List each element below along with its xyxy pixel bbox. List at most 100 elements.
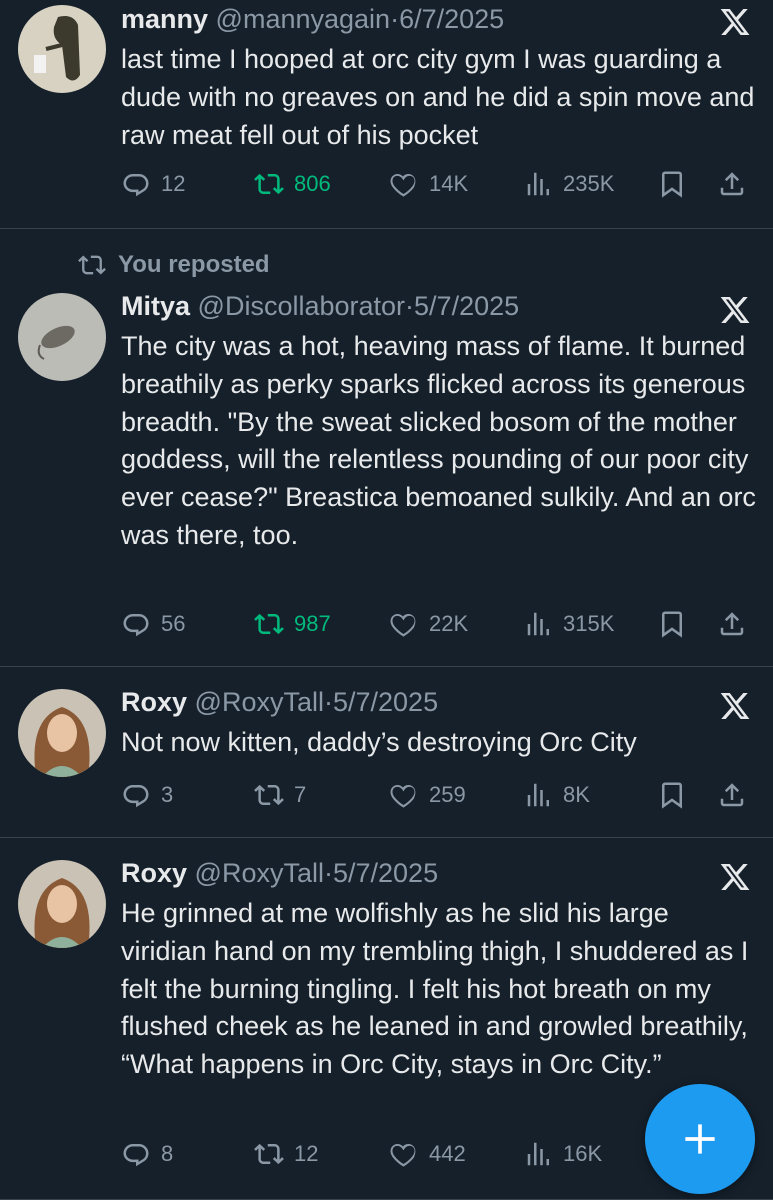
compose-plus-icon [685,1124,715,1154]
share-icon [717,609,747,639]
repost-button[interactable]: 987 [254,604,331,644]
avatar[interactable] [18,293,106,381]
bookmark-button[interactable] [657,775,687,815]
like-icon [389,609,419,639]
repost-icon [254,169,284,199]
tweet-text: He grinned at me wolfishly as he slid hi… [121,898,749,1080]
repost-context-label: You reposted [118,251,270,278]
separator-dot: · [390,4,400,34]
reply-count: 12 [161,171,186,196]
reply-button[interactable]: 3 [121,775,173,815]
reply-icon [121,1139,151,1169]
like-icon [389,1139,419,1169]
tweet-header: Roxy @RoxyTall·5/7/2025 [121,858,438,889]
x-logo-icon [719,861,751,893]
views-button[interactable]: 235K [523,164,614,204]
views-count: 235K [563,171,615,196]
reply-count: 8 [161,1141,174,1166]
x-logo-icon [719,294,751,326]
reply-icon [121,780,151,810]
reply-button[interactable]: 12 [121,164,185,204]
author-handle[interactable]: @RoxyTall [195,858,324,888]
author-handle[interactable]: @Discollaborator [198,291,405,321]
like-icon [389,169,419,199]
author-name[interactable]: manny [121,4,208,34]
share-icon [717,780,747,810]
like-count: 22K [429,611,469,636]
reply-button[interactable]: 56 [121,604,185,644]
like-button[interactable]: 14K [389,164,468,204]
like-button[interactable]: 22K [389,604,468,644]
author-handle[interactable]: @RoxyTall [195,687,324,717]
separator-dot: · [323,687,333,717]
tweet[interactable]: You reposted Mitya @Discollaborator·5/7/… [0,229,773,667]
repost-count: 987 [294,611,331,636]
repost-icon [254,1139,284,1169]
post-date[interactable]: 5/7/2025 [333,687,438,717]
repost-button[interactable]: 806 [254,164,331,204]
share-button[interactable] [717,164,747,204]
views-button[interactable]: 16K [523,1134,602,1174]
share-button[interactable] [717,775,747,815]
repost-icon [254,780,284,810]
reply-icon [121,169,151,199]
post-date[interactable]: 6/7/2025 [399,4,504,34]
avatar[interactable] [18,860,106,948]
views-icon [523,1139,553,1169]
tweet-text: last time I hooped at orc city gym I was… [121,44,755,150]
compose-button[interactable] [645,1084,755,1194]
tweet-header: Mitya @Discollaborator·5/7/2025 [121,291,519,322]
tweet[interactable]: manny @mannyagain·6/7/2025 last time I h… [0,0,773,229]
author-name[interactable]: Mitya [121,291,190,321]
views-count: 8K [563,782,590,807]
separator-dot: · [323,858,333,888]
bookmark-icon [657,169,687,199]
tweet-header: Roxy @RoxyTall·5/7/2025 [121,687,438,718]
reply-count: 56 [161,611,186,636]
action-bar: 56 987 22K 315K [121,604,751,644]
repost-count: 806 [294,171,331,196]
tweet-header: manny @mannyagain·6/7/2025 [121,4,504,35]
share-icon [717,169,747,199]
views-button[interactable]: 315K [523,604,614,644]
views-button[interactable]: 8K [523,775,590,815]
bookmark-icon [657,609,687,639]
like-count: 259 [429,782,466,807]
action-bar: 3 7 259 8K [121,775,751,815]
repost-context-icon [78,251,106,279]
share-button[interactable] [717,604,747,644]
author-name[interactable]: Roxy [121,687,187,717]
views-icon [523,609,553,639]
reply-count: 3 [161,782,174,807]
avatar[interactable] [18,689,106,777]
avatar[interactable] [18,5,106,93]
tweet[interactable]: Roxy @RoxyTall·5/7/2025 Not now kitten, … [0,667,773,838]
tweet-text: Not now kitten, daddy’s destroying Orc C… [121,727,637,757]
repost-icon [254,609,284,639]
views-icon [523,780,553,810]
like-button[interactable]: 442 [389,1134,466,1174]
x-logo-icon [719,6,751,38]
tweet-text: The city was a hot, heaving mass of flam… [121,331,756,550]
repost-button[interactable]: 12 [254,1134,318,1174]
reply-button[interactable]: 8 [121,1134,173,1174]
repost-button[interactable]: 7 [254,775,306,815]
author-name[interactable]: Roxy [121,858,187,888]
post-date[interactable]: 5/7/2025 [414,291,519,321]
repost-context: You reposted [78,251,270,279]
reply-icon [121,609,151,639]
views-icon [523,169,553,199]
like-icon [389,780,419,810]
views-count: 315K [563,611,615,636]
separator-dot: · [405,291,415,321]
like-button[interactable]: 259 [389,775,466,815]
bookmark-button[interactable] [657,604,687,644]
like-count: 442 [429,1141,466,1166]
like-count: 14K [429,171,469,196]
repost-count: 12 [294,1141,319,1166]
views-count: 16K [563,1141,603,1166]
author-handle[interactable]: @mannyagain [216,4,391,34]
post-date[interactable]: 5/7/2025 [333,858,438,888]
bookmark-button[interactable] [657,164,687,204]
x-logo-icon [719,690,751,722]
